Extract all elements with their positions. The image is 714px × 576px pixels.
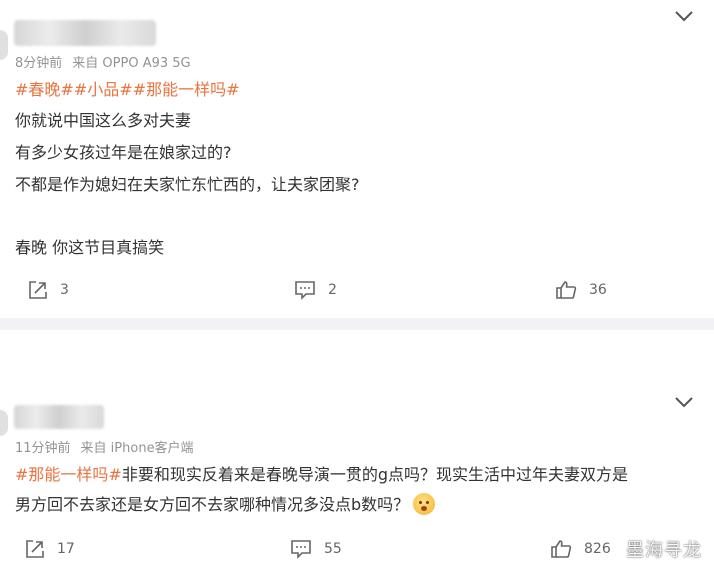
post-source: 来自 OPPO A93 5G bbox=[72, 56, 191, 71]
comment-text-line: 男方回不去家还是女方回不去家哪种情况多没点b数吗？ bbox=[15, 491, 436, 515]
repost-icon bbox=[26, 540, 44, 558]
repost-button[interactable]: 3 bbox=[28, 280, 69, 300]
repost-count: 3 bbox=[60, 282, 69, 298]
watermark: 墨海寻龙 bbox=[626, 540, 702, 561]
comment-count: 2 bbox=[328, 282, 337, 298]
comment-text: 男方回不去家还是女方回不去家哪种情况多没点b数吗？ bbox=[15, 495, 410, 514]
username-blurred[interactable] bbox=[14, 405, 104, 429]
like-button[interactable]: 826 bbox=[550, 539, 611, 559]
repost-count: 17 bbox=[57, 541, 75, 557]
comment-button[interactable]: 55 bbox=[290, 539, 342, 559]
comment-icon bbox=[295, 281, 315, 300]
avatar[interactable] bbox=[0, 410, 8, 436]
emoji-icon bbox=[413, 493, 436, 515]
topic-link-sketch[interactable]: #小品# bbox=[74, 80, 133, 99]
repost-icon bbox=[29, 281, 47, 299]
post-time: 11分钟前 bbox=[15, 441, 71, 456]
avatar[interactable] bbox=[0, 30, 8, 60]
username-blurred[interactable] bbox=[14, 20, 156, 46]
topic-link-spring-gala[interactable]: #春晚# bbox=[15, 80, 74, 99]
comment-text-line: 春晚 你这节目真搞笑 bbox=[15, 238, 165, 257]
post-time: 8分钟前 bbox=[15, 56, 63, 71]
comment-text-line: 有多少女孩过年是在娘家过的? bbox=[15, 143, 232, 162]
topic-link-how-can-be-same[interactable]: #那能一样吗# bbox=[133, 80, 240, 99]
comment-meta: 8分钟前 来自 OPPO A93 5G bbox=[15, 52, 201, 71]
comment-meta: 11分钟前 来自 iPhone客户端 bbox=[15, 437, 204, 456]
like-icon bbox=[556, 281, 577, 299]
card-separator bbox=[0, 318, 714, 330]
comment-card-1: 8分钟前 来自 OPPO A93 5G #春晚##小品##那能一样吗# 你就说中国… bbox=[0, 0, 714, 318]
comment-card-2: 11分钟前 来自 iPhone客户端 #那能一样吗#非要和现实反着来是春晚导演一贯… bbox=[0, 330, 714, 576]
like-icon bbox=[551, 540, 572, 558]
comment-text-line: #那能一样吗#非要和现实反着来是春晚导演一贯的g点吗？现实生活中过年夫妻双方是 bbox=[15, 461, 628, 485]
chevron-down-icon[interactable] bbox=[673, 8, 695, 22]
post-source: 来自 iPhone客户端 bbox=[80, 441, 194, 456]
topic-link-how-can-be-same[interactable]: #那能一样吗# bbox=[15, 465, 122, 484]
comment-text-line: 不都是作为媳妇在夫家忙东忙西的，让夫家团聚? bbox=[15, 175, 360, 194]
comment-icon bbox=[291, 540, 311, 559]
comment-button[interactable]: 2 bbox=[294, 280, 337, 300]
comment-text: 非要和现实反着来是春晚导演一贯的g点吗？现实生活中过年夫妻双方是 bbox=[121, 465, 628, 484]
comment-count: 55 bbox=[324, 541, 342, 557]
like-count: 826 bbox=[584, 541, 611, 557]
like-count: 36 bbox=[589, 282, 607, 298]
chevron-down-icon[interactable] bbox=[673, 394, 695, 408]
repost-button[interactable]: 17 bbox=[25, 539, 75, 559]
comment-text-line: 你就说中国这么多对夫妻 bbox=[15, 111, 192, 130]
like-button[interactable]: 36 bbox=[555, 280, 607, 300]
topic-line: #春晚##小品##那能一样吗# bbox=[15, 76, 239, 100]
